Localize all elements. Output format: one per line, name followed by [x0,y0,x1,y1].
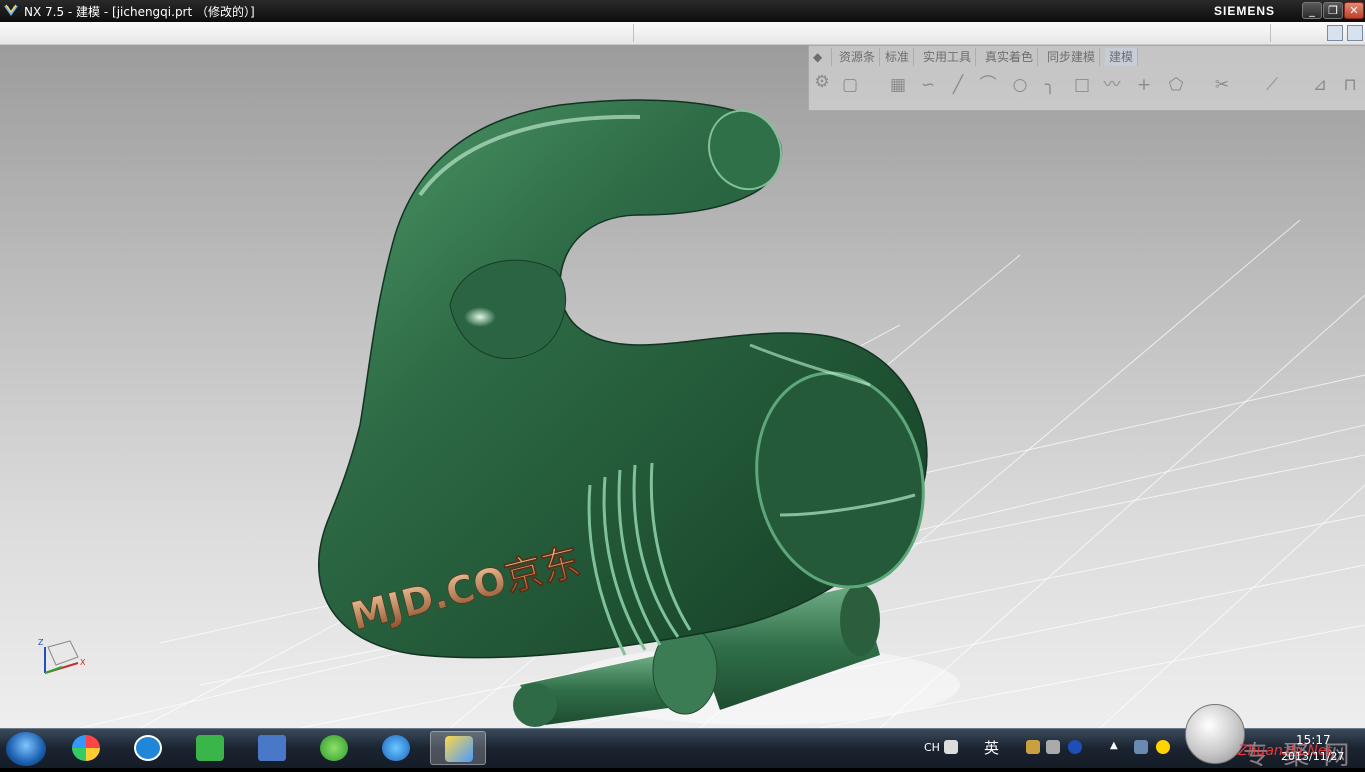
tab-modeling[interactable]: 建模 [1105,48,1139,66]
rectangle-tool-icon[interactable]: ▢ [839,74,861,96]
separator [633,24,634,42]
restore-button[interactable]: ❐ [1323,2,1343,19]
view-triad[interactable]: Z X [38,638,86,674]
network-icon[interactable] [1134,740,1148,754]
triad-x-label: X [80,658,86,667]
clock-time[interactable]: 15:17 [1296,733,1331,747]
tray-plus-icon[interactable] [1156,740,1170,754]
ime-icon[interactable] [944,740,958,754]
settings-gear-icon[interactable]: ⚙ [811,71,833,93]
button-highlight [464,307,496,327]
watermark-logo [1185,704,1245,764]
menu-bar [0,22,1365,45]
toolbar-tabs: ◆ 资源条 标准 实用工具 真实着色 同步建模 建模 [809,46,1365,68]
graphics-viewport[interactable]: MJD.CO京东 Z X ◆ 资源条 标准 实用工具 真实着色 同步建模 建模 … [0,45,1365,728]
triad-z-label: Z [38,638,44,647]
trim-icon[interactable]: ✂ [1211,74,1233,96]
point-icon[interactable]: + [1133,74,1155,96]
minimize-button[interactable]: _ [1302,2,1322,19]
tab-true-shading[interactable]: 真实着色 [981,48,1039,66]
taskbar: CH 英 ▲ 专 聚 网 Zhuanzhi.Net 15:17 2013/11/… [0,704,1365,771]
modeling-toolbar: ◆ 资源条 标准 实用工具 真实着色 同步建模 建模 ⚙ ▢ ▦ ∽ ╱ ⌒ ○… [808,45,1365,111]
tab-resource-bar[interactable]: 资源条 [835,48,881,66]
tab-standard[interactable]: 标准 [881,48,915,66]
taskbar-media-center[interactable] [58,731,114,765]
tab-synchronous-modeling[interactable]: 同步建模 [1043,48,1101,66]
line-tool-icon[interactable]: ╱ [947,74,969,96]
taskbar-media-player[interactable] [368,731,424,765]
more-tools-icon[interactable]: ⊓ [1339,74,1361,96]
extend-icon[interactable]: ⟋ [1261,74,1283,96]
taskbar-iqiyi[interactable] [182,731,238,765]
siemens-logo: SIEMENS [1213,4,1275,18]
clock-date[interactable]: 2013/11/27 [1281,750,1344,763]
ime-mode[interactable]: 英 [984,737,999,758]
window-title: NX 7.5 - 建模 - [jichengqi.prt （修改的）] [24,5,255,19]
taskbar-nx[interactable] [430,731,486,765]
circle-tool-icon[interactable]: ○ [1009,74,1031,96]
tray-keyboard-icon[interactable] [1046,740,1060,754]
fillet-tool-icon[interactable]: ╮ [1039,74,1061,96]
taskbar-kugou[interactable] [120,731,176,765]
taskbar-explorer[interactable] [244,731,300,765]
start-button[interactable] [6,732,46,766]
studio-spline-icon[interactable]: 〰 [1101,74,1123,96]
mirror-icon[interactable]: ⊿ [1309,74,1331,96]
window-restore-icon[interactable] [1347,25,1363,41]
help-icon[interactable] [1068,740,1082,754]
window-tile-icon[interactable] [1327,25,1343,41]
rectangle-icon[interactable]: □ [1071,74,1093,96]
resource-bar-icon[interactable]: ◆ [809,48,832,66]
title-bar: NX 7.5 - 建模 - [jichengqi.prt （修改的）] SIEM… [0,0,1365,22]
model-scene[interactable]: MJD.CO京东 Z X [0,45,1365,728]
arc-tool-icon[interactable]: ⌒ [977,74,999,96]
tray-app-icon[interactable] [1026,740,1040,754]
polygon-icon[interactable]: ⬠ [1165,74,1187,96]
separator [1270,24,1271,42]
taskbar-360-browser[interactable] [306,731,362,765]
point-tool-icon[interactable]: ▦ [887,74,909,96]
profile-tool-icon[interactable]: ∽ [917,74,939,96]
tab-utilities[interactable]: 实用工具 [919,48,977,66]
input-language-indicator[interactable]: CH [924,741,940,754]
nx-app-icon[interactable] [3,3,19,19]
close-button[interactable]: ✕ [1344,2,1364,19]
show-hidden-icons[interactable]: ▲ [1110,740,1124,754]
